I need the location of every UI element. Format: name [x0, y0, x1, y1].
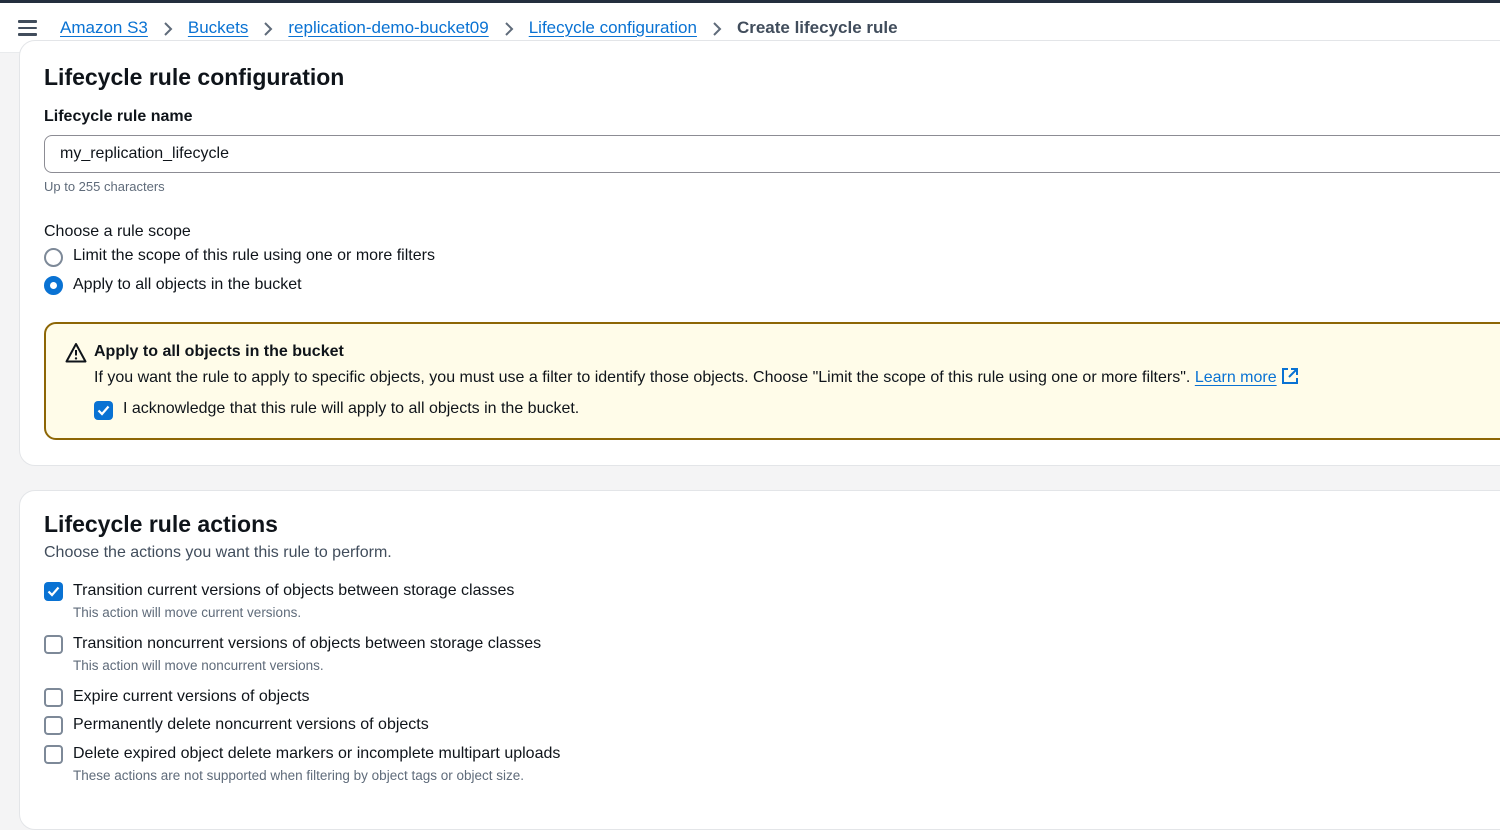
warning-icon [65, 343, 87, 363]
breadcrumb-bucket[interactable]: replication-demo-bucket09 [288, 18, 488, 38]
chevron-right-icon [697, 18, 737, 38]
rule-name-label: Lifecycle rule name [44, 108, 193, 125]
scope-all-objects-label[interactable]: Apply to all objects in the bucket [73, 276, 302, 294]
action-delete-markers-checkbox[interactable] [44, 745, 63, 764]
action-transition-noncurrent-checkbox[interactable] [44, 635, 63, 654]
scope-filter-radio[interactable] [44, 248, 63, 267]
rule-scope-label: Choose a rule scope [44, 223, 191, 240]
config-panel-title: Lifecycle rule configuration [44, 64, 345, 90]
external-link-icon[interactable] [1281, 367, 1299, 385]
action-transition-noncurrent-sub: This action will move noncurrent version… [73, 658, 324, 673]
actions-panel-description: Choose the actions you want this rule to… [44, 544, 392, 561]
warning-alert: Apply to all objects in the bucket If yo… [44, 322, 1500, 440]
action-delete-noncurrent-label[interactable]: Permanently delete noncurrent versions o… [73, 716, 429, 734]
action-delete-noncurrent-checkbox[interactable] [44, 716, 63, 735]
breadcrumb: Amazon S3 Buckets replication-demo-bucke… [60, 17, 898, 39]
breadcrumb-buckets[interactable]: Buckets [188, 18, 248, 38]
rule-name-input[interactable] [44, 135, 1500, 173]
chevron-right-icon [248, 18, 288, 38]
action-expire-current-label[interactable]: Expire current versions of objects [73, 688, 310, 706]
action-transition-current-checkbox[interactable] [44, 582, 63, 601]
scope-filter-label[interactable]: Limit the scope of this rule using one o… [73, 247, 435, 265]
chevron-right-icon [489, 18, 529, 38]
action-transition-noncurrent-label[interactable]: Transition noncurrent versions of object… [73, 635, 541, 653]
menu-icon[interactable] [18, 19, 38, 37]
chevron-right-icon [148, 18, 188, 38]
checkmark-icon [47, 586, 60, 597]
breadcrumb-amazon-s3[interactable]: Amazon S3 [60, 18, 148, 38]
acknowledge-label[interactable]: I acknowledge that this rule will apply … [123, 400, 579, 418]
scope-all-objects-radio[interactable] [44, 276, 63, 295]
breadcrumb-current: Create lifecycle rule [736, 18, 898, 37]
actions-panel-title: Lifecycle rule actions [44, 511, 278, 537]
learn-more-link[interactable]: Learn more [1195, 369, 1277, 386]
action-transition-current-sub: This action will move current versions. [73, 605, 302, 620]
alert-body: If you want the rule to apply to specifi… [94, 367, 1299, 387]
action-transition-current-label[interactable]: Transition current versions of objects b… [73, 582, 514, 600]
action-delete-markers-label[interactable]: Delete expired object delete markers or … [73, 745, 560, 763]
checkmark-icon [97, 405, 110, 416]
acknowledge-checkbox[interactable] [94, 401, 113, 420]
breadcrumb-lifecycle-configuration[interactable]: Lifecycle configuration [529, 18, 697, 38]
action-expire-current-checkbox[interactable] [44, 688, 63, 707]
alert-title: Apply to all objects in the bucket [94, 343, 344, 360]
alert-body-text: If you want the rule to apply to specifi… [94, 369, 1191, 386]
action-delete-markers-sub: These actions are not supported when fil… [73, 768, 525, 783]
rule-name-hint: Up to 255 characters [44, 179, 165, 194]
